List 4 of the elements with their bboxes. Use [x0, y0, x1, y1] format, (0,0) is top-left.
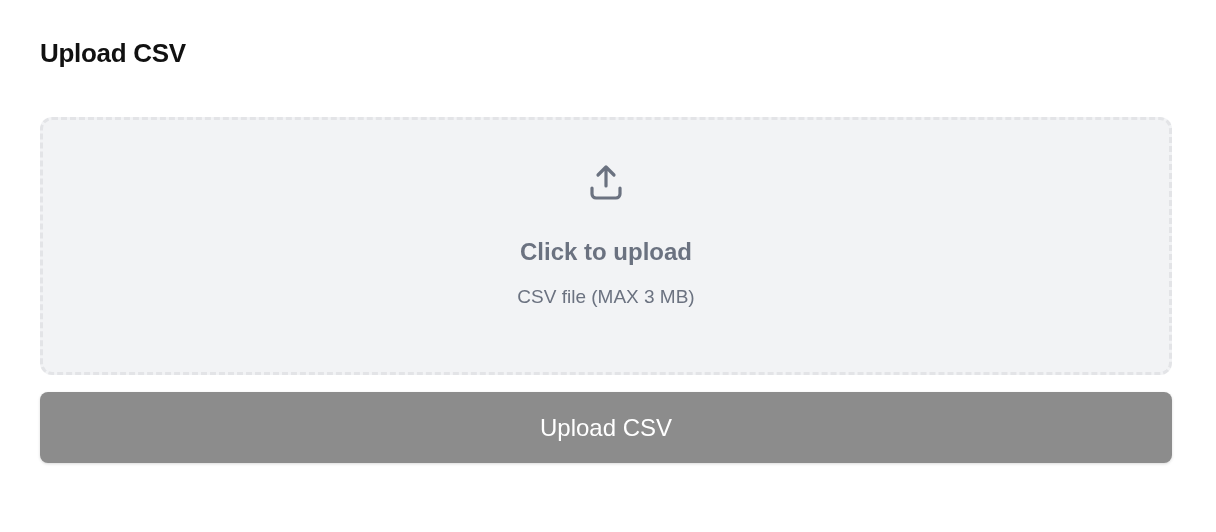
upload-label: Click to upload — [520, 238, 692, 266]
file-hint: CSV file (MAX 3 MB) — [517, 286, 695, 308]
page-title: Upload CSV — [40, 38, 187, 69]
upload-dropzone[interactable]: Click to upload CSV file (MAX 3 MB) — [40, 117, 1172, 375]
